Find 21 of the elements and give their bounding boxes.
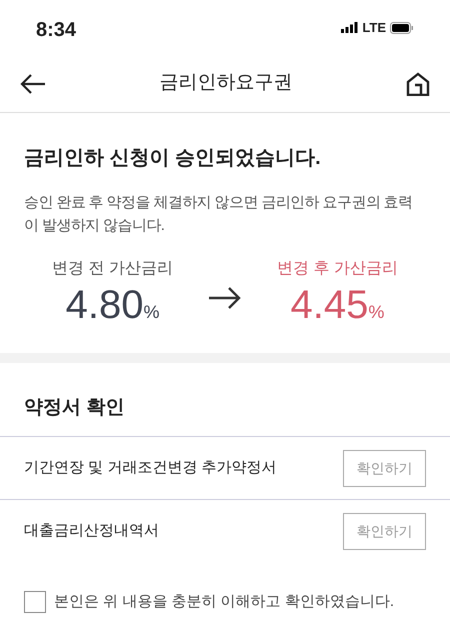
- network-label: LTE: [362, 18, 386, 37]
- back-arrow-icon[interactable]: [20, 74, 46, 94]
- result-title: 금리인하 신청이 승인되었습니다.: [24, 146, 322, 171]
- agree-checkbox[interactable]: [24, 591, 46, 614]
- rate-label: 변경 전 가산금리: [52, 259, 173, 279]
- rate-value: 4.80%: [66, 285, 160, 325]
- signal-icon: [341, 22, 358, 33]
- status-time: 8:34: [36, 18, 76, 42]
- section-title: 약정서 확인: [24, 396, 124, 420]
- battery-icon: [390, 22, 414, 34]
- agree-label[interactable]: 본인은 위 내용을 충분히 이해하고 확인하였습니다.: [54, 591, 394, 614]
- home-icon[interactable]: [406, 72, 430, 96]
- confirm-button[interactable]: 확인하기: [343, 450, 426, 486]
- rate-value: 4.45%: [290, 285, 384, 325]
- result-description: 승인 완료 후 약정을 체결하지 않으면 금리인하 요구권의 효력이 발생하지 않습니다.: [24, 193, 414, 236]
- confirm-button[interactable]: 확인하기: [343, 513, 426, 550]
- right-arrow-icon: [209, 287, 241, 309]
- page-title: 금리인하요구권: [160, 71, 292, 96]
- rate-label: 변경 후 가산금리: [277, 259, 398, 279]
- document-name: 대출금리산정내역서: [24, 521, 159, 542]
- document-name: 기간연장 및 거래조건변경 추가약정서: [24, 458, 277, 478]
